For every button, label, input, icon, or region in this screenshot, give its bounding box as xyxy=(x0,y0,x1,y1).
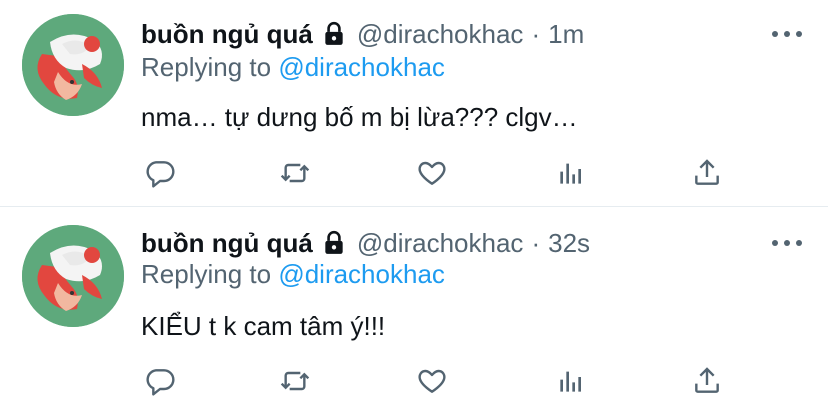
retweet-icon xyxy=(280,371,310,391)
analytics-button[interactable] xyxy=(551,153,591,193)
replying-mention-link[interactable]: @dirachokhac xyxy=(278,259,445,289)
tweet-header: buồn ngủ quá @dirachokhac · 1m xyxy=(141,16,584,52)
replying-mention-link[interactable]: @dirachokhac xyxy=(278,52,445,82)
tweet-actions xyxy=(140,153,740,193)
separator-dot: · xyxy=(531,227,541,258)
replying-prefix: Replying to xyxy=(141,259,272,289)
retweet-button[interactable] xyxy=(275,153,315,193)
tweet-text: nma… tự dưng bố m bị lừa??? clgv… xyxy=(141,102,578,132)
lock-icon xyxy=(321,21,347,47)
reply-button[interactable] xyxy=(140,153,180,193)
share-button[interactable] xyxy=(687,361,727,401)
tweet-header: buồn ngủ quá @dirachokhac · 32s xyxy=(141,225,590,261)
reply-icon xyxy=(146,161,175,188)
author-name[interactable]: buồn ngủ quá xyxy=(141,19,313,50)
reply-icon xyxy=(146,369,175,396)
tweet-actions xyxy=(140,361,740,401)
heart-icon xyxy=(418,161,446,185)
reply-button[interactable] xyxy=(140,361,180,401)
like-button[interactable] xyxy=(412,153,452,193)
tweet-text: KIỂU t k cam tâm ý!!! xyxy=(141,311,386,341)
author-handle[interactable]: @dirachokhac xyxy=(357,19,524,50)
analytics-button[interactable] xyxy=(551,361,591,401)
avatar[interactable] xyxy=(22,225,124,327)
retweet-icon xyxy=(280,163,310,183)
retweet-button[interactable] xyxy=(275,361,315,401)
avatar[interactable] xyxy=(22,14,124,116)
author-name[interactable]: buồn ngủ quá xyxy=(141,228,313,259)
avatar-illustration xyxy=(22,225,124,327)
more-icon[interactable] xyxy=(770,24,804,44)
timestamp[interactable]: 1m xyxy=(548,19,584,50)
tweet[interactable]: buồn ngủ quá @dirachokhac · 1m Replying … xyxy=(0,0,828,206)
more-icon[interactable] xyxy=(770,233,804,253)
share-icon xyxy=(695,367,719,393)
analytics-icon xyxy=(560,371,581,392)
share-icon xyxy=(695,159,719,185)
tweet[interactable]: buồn ngủ quá @dirachokhac · 32s Replying… xyxy=(0,207,828,407)
replying-to: Replying to @dirachokhac xyxy=(141,52,445,83)
analytics-icon xyxy=(560,163,581,184)
avatar-illustration xyxy=(22,14,124,116)
separator-dot: · xyxy=(531,18,541,49)
heart-icon xyxy=(418,369,446,393)
author-handle[interactable]: @dirachokhac xyxy=(357,228,524,259)
share-button[interactable] xyxy=(687,153,727,193)
like-button[interactable] xyxy=(412,361,452,401)
timestamp[interactable]: 32s xyxy=(548,228,590,259)
replying-prefix: Replying to xyxy=(141,52,272,82)
replying-to: Replying to @dirachokhac xyxy=(141,259,445,290)
lock-icon xyxy=(321,230,347,256)
